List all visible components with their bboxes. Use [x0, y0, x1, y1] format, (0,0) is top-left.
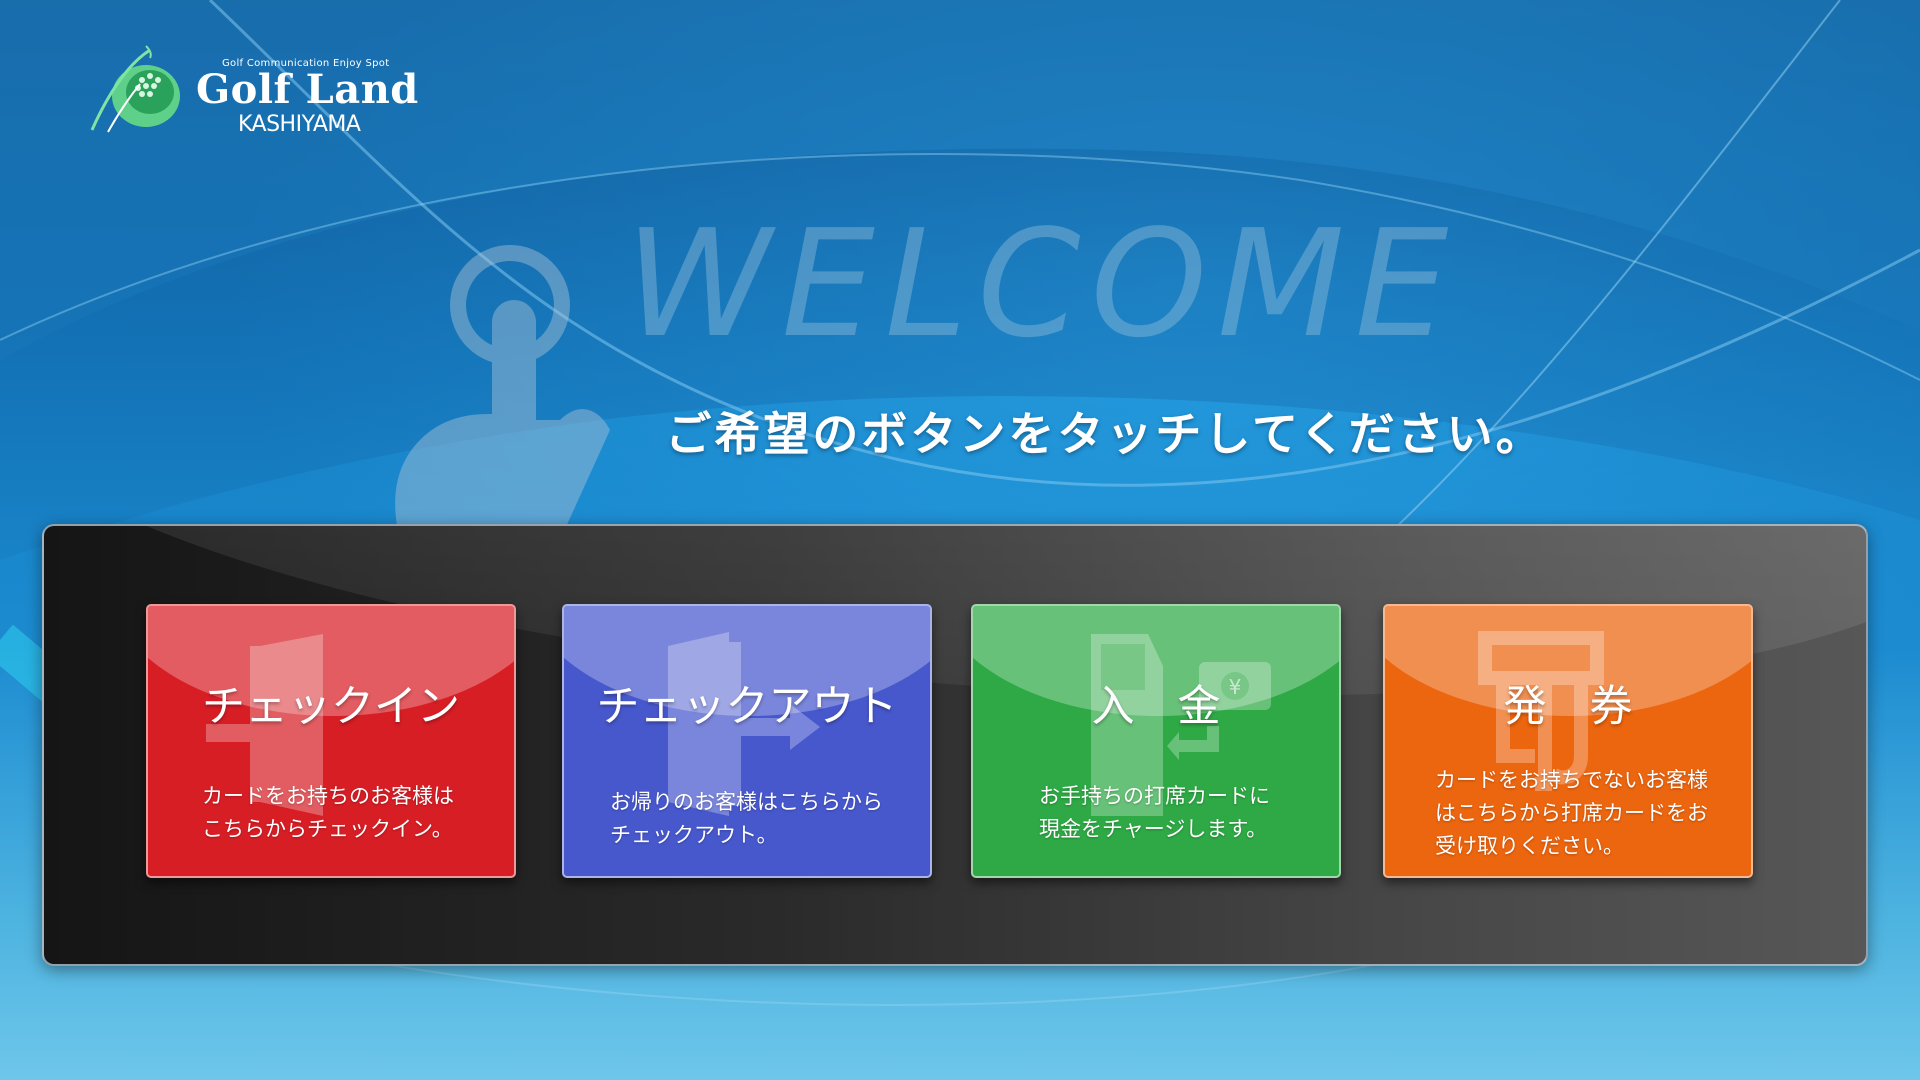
instruction-text: ご希望のボタンをタッチしてください。 [665, 407, 1545, 461]
deposit-description: お手持ちの打席カードに 現金をチャージします。 [1039, 784, 1270, 841]
checkin-title: チェックイン [202, 682, 460, 732]
checkin-button[interactable]: チェックイン カードをお持ちのお客様は こちらからチェックイン。 [146, 604, 516, 878]
ticket-description: カードをお持ちでないお客様 はこちらから打席カードをお 受け取りください。 [1435, 768, 1708, 858]
logo-location-name: KASHIYAMA [238, 112, 361, 137]
checkout-title: チェックアウト [596, 682, 898, 732]
deposit-button[interactable]: ¥ 入 金 お手持ちの打席カードに 現金をチャージします。 [971, 604, 1341, 878]
deposit-title: 入 金 [1091, 682, 1221, 732]
golf-land-logo: Golf Communication Enjoy Spot Golf Land … [88, 44, 418, 144]
checkin-description: カードをお持ちのお客様は こちらからチェックイン。 [202, 784, 454, 841]
ticket-button[interactable]: 発 券 カードをお持ちでないお客様 はこちらから打席カードをお 受け取りください… [1383, 604, 1753, 878]
welcome-watermark: WELCOME [625, 198, 1459, 370]
checkout-button[interactable]: チェックアウト お帰りのお客様はこちらから チェックアウト。 [562, 604, 932, 878]
logo-brand-name: Golf Land [196, 66, 419, 113]
checkout-description: お帰りのお客様はこちらから チェックアウト。 [610, 790, 883, 847]
golf-ball-logo-icon [90, 45, 180, 133]
welcome-screen: Golf Communication Enjoy Spot Golf Land … [0, 0, 1920, 1080]
ticket-title: 発 券 [1503, 682, 1633, 732]
